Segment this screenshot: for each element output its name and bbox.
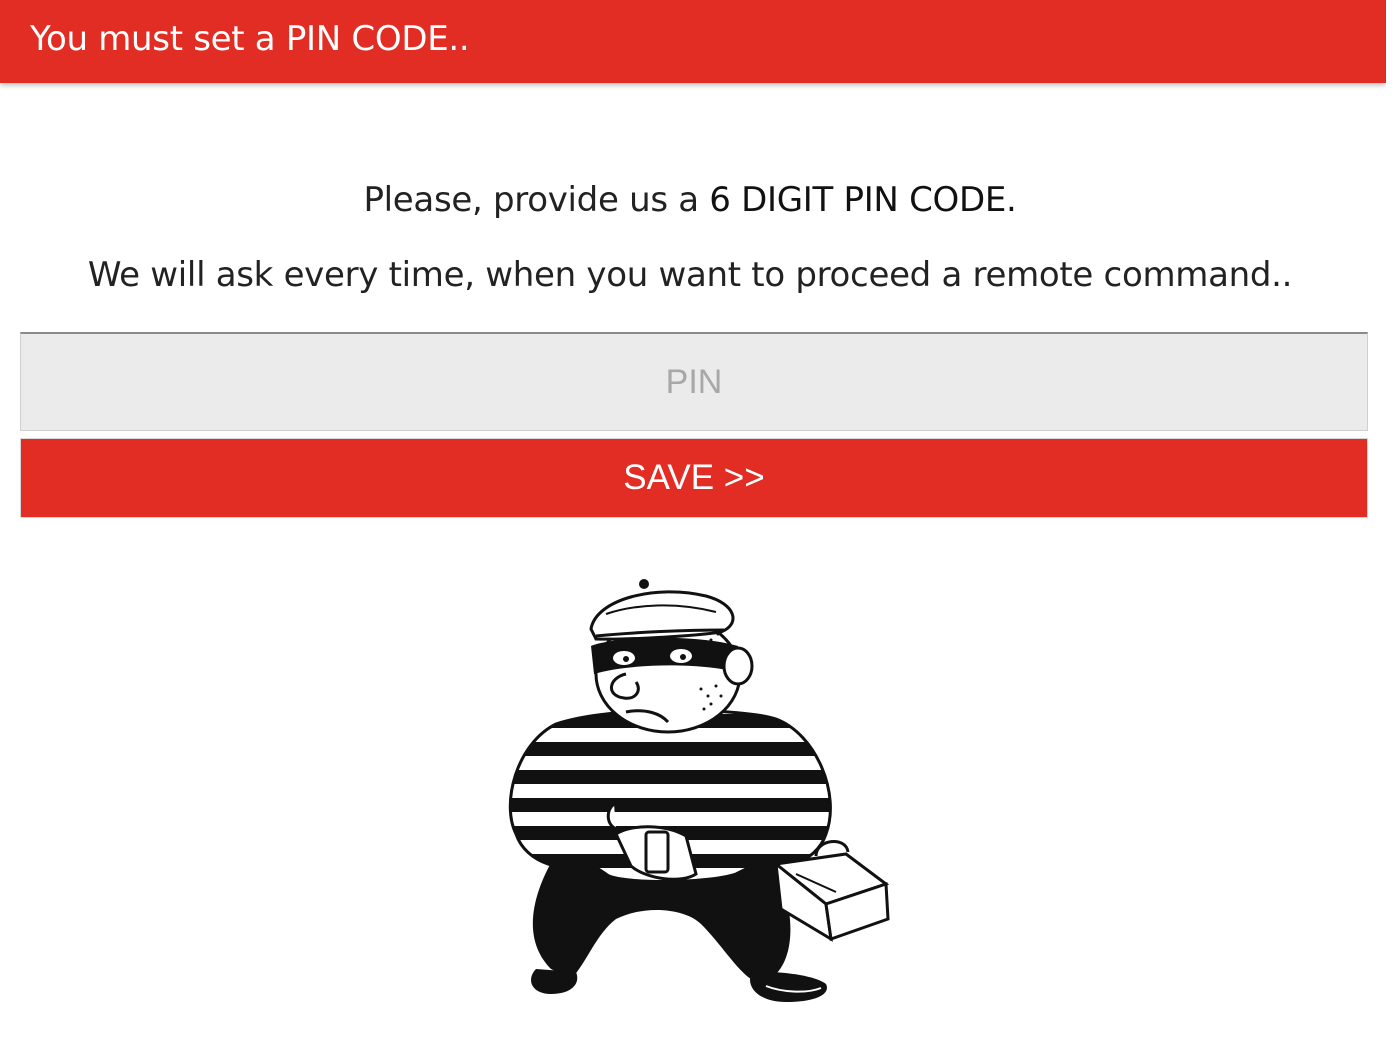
save-button[interactable]: SAVE >>: [20, 438, 1368, 518]
pin-setup-page: You must set a PIN CODE.. Please, provid…: [0, 0, 1396, 1038]
instruction-prefix: Please, provide us a: [363, 180, 710, 220]
instruction-text: Please, provide us a 6 DIGIT PIN CODE.: [0, 178, 1380, 222]
pin-input[interactable]: [20, 332, 1368, 431]
page-title: You must set a PIN CODE..: [30, 19, 470, 59]
instruction-emphasis: 6 DIGIT PIN CODE.: [709, 180, 1017, 220]
info-text: We will ask every time, when you want to…: [87, 255, 1293, 295]
burglar-illustration: [508, 579, 890, 1002]
header-bar: You must set a PIN CODE..: [0, 0, 1386, 83]
head: [589, 579, 754, 734]
scrollbar-track[interactable]: [1386, 0, 1396, 1038]
